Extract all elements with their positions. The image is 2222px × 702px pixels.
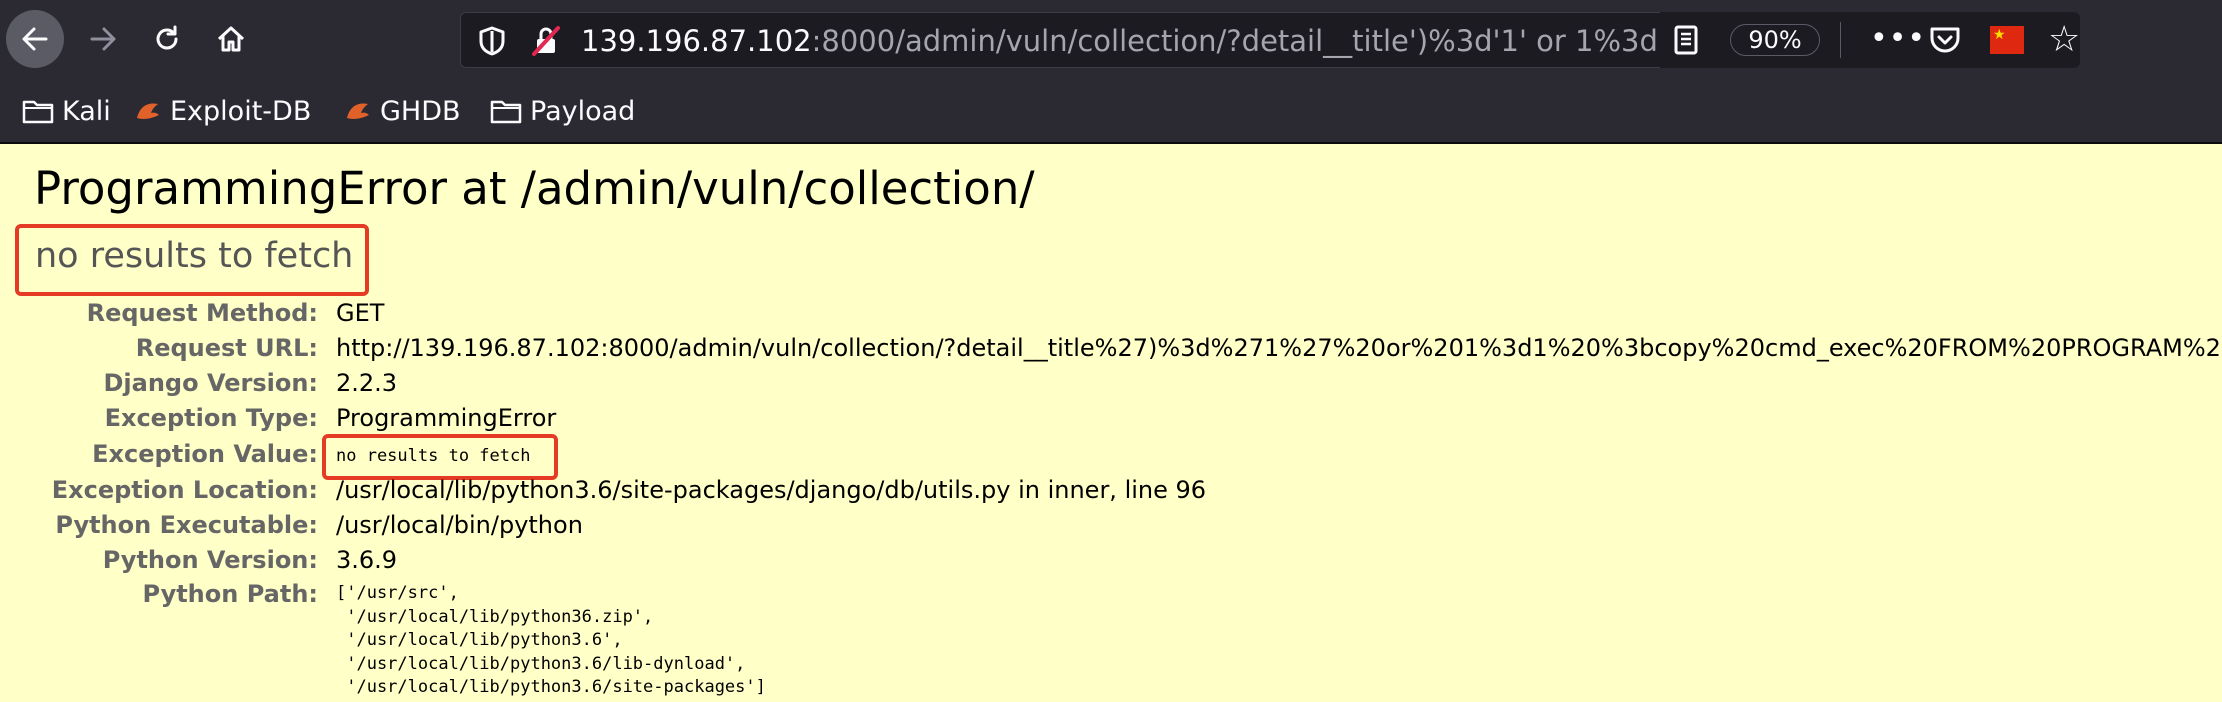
meta-label-django-version: Django Version: [103,369,318,397]
meta-value-exception-value: no results to fetch [336,446,531,466]
address-bar-actions: 90% ••• ★ ☆ [1660,12,2080,68]
reader-view-icon[interactable] [1672,24,1700,56]
bookmarks-toolbar: Kali Exploit-DB GHDB Payload [0,86,2222,136]
meta-label-python-version: Python Version: [102,546,318,574]
error-summary: no results to fetch [35,236,354,276]
exploit-db-icon [137,103,159,119]
folder-icon [490,100,522,124]
home-icon [217,26,245,52]
url-path: :8000/admin/vuln/collection/?detail__tit… [811,24,1714,58]
folder-icon [22,100,54,124]
meta-label-python-executable: Python Executable: [55,511,318,539]
insecure-lock-icon[interactable] [531,25,561,57]
meta-label-request-method: Request Method: [86,299,318,327]
toolbar-separator [1840,22,1841,58]
zoom-level-badge[interactable]: 90% [1730,24,1820,56]
more-actions-icon[interactable]: ••• [1870,22,1926,56]
bookmark-exploit-db[interactable]: Exploit-DB [134,86,311,136]
meta-label-request-url: Request URL: [135,334,318,362]
meta-label-python-path: Python Path: [142,580,318,608]
meta-value-python-executable: /usr/local/bin/python [336,511,583,539]
python-path-line: '/usr/local/lib/python36.zip', [336,606,654,627]
meta-value-request-method: GET [336,299,385,327]
meta-value-django-version: 2.2.3 [336,369,398,397]
django-error-page: ProgrammingError at /admin/vuln/collecti… [0,144,2222,702]
meta-label-exception-location: Exception Location: [51,476,318,504]
browser-toolbar: 139.196.87.102:8000/admin/vuln/collectio… [0,0,2222,142]
flag-star-icon: ★ [1993,27,2006,43]
reload-button[interactable] [142,14,192,64]
meta-label-exception-value: Exception Value: [92,440,318,468]
meta-value-exception-type: ProgrammingError [336,404,557,432]
bookmark-ghdb[interactable]: GHDB [344,86,461,136]
page-title: ProgrammingError at /admin/vuln/collecti… [34,162,1035,215]
bookmark-label: Kali [62,95,111,127]
forward-button[interactable] [78,14,128,64]
bookmark-label: GHDB [380,95,461,127]
china-flag-icon[interactable]: ★ [1990,26,2024,54]
bookmark-star-icon[interactable]: ☆ [2048,20,2080,60]
meta-label-exception-type: Exception Type: [104,404,318,432]
python-path-line: '/usr/local/lib/python3.6/site-packages'… [336,677,766,697]
bookmark-payload[interactable]: Payload [490,86,635,136]
back-button[interactable] [6,10,64,68]
back-arrow-icon [22,27,48,51]
python-path-line: ['/usr/src', [336,583,459,603]
url-host: 139.196.87.102 [581,24,812,58]
bookmark-label: Payload [530,95,636,127]
pocket-icon[interactable] [1928,24,1962,56]
meta-value-exception-location: /usr/local/lib/python3.6/site-packages/d… [336,476,1207,504]
reload-icon [156,25,178,50]
meta-value-python-version: 3.6.9 [336,546,398,574]
python-path-line: '/usr/local/lib/python3.6/lib-dynload', [336,653,746,674]
meta-value-request-url: http://139.196.87.102:8000/admin/vuln/co… [336,334,2222,362]
python-path-line: '/usr/local/lib/python3.6', [336,630,623,650]
bookmark-kali[interactable]: Kali [22,86,111,136]
ghdb-icon [347,103,369,119]
home-button[interactable] [206,14,256,64]
python-path-list: ['/usr/src', '/usr/local/lib/python36.zi… [336,582,766,700]
bookmark-label: Exploit-DB [170,95,312,127]
shield-icon[interactable] [477,25,507,57]
forward-arrow-icon [90,27,116,51]
